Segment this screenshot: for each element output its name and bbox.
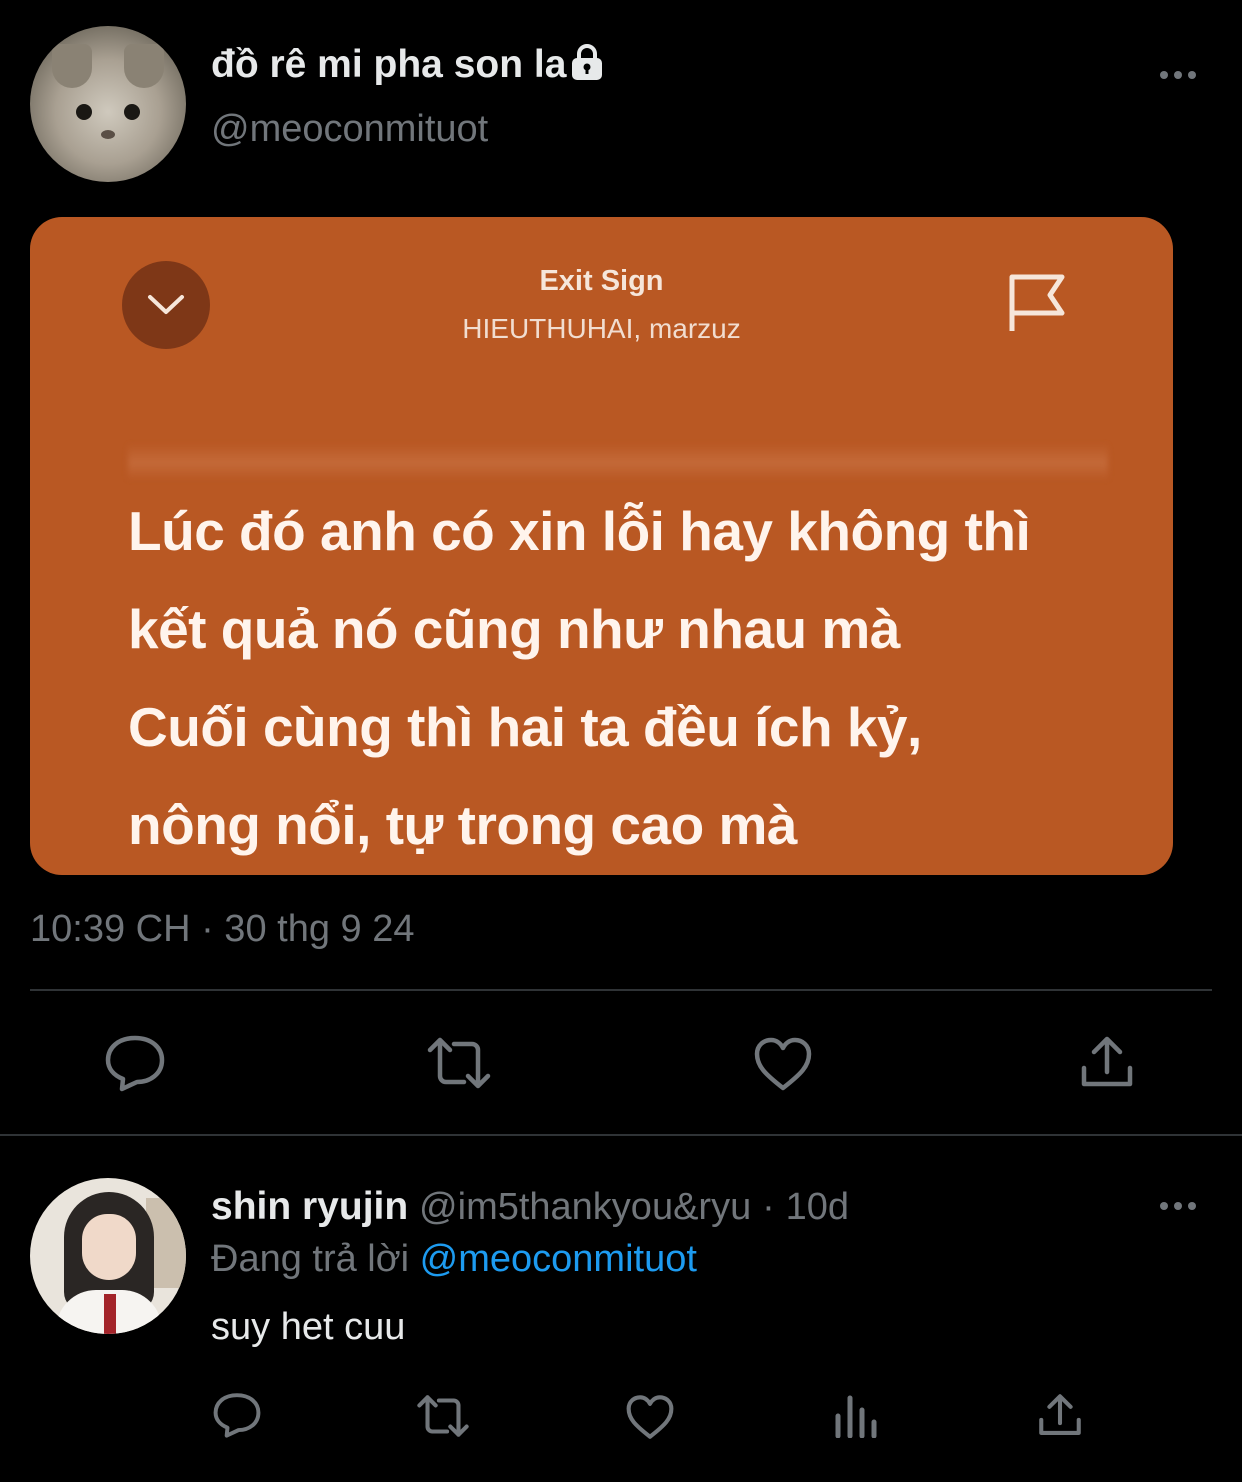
reply-author-name[interactable]: shin ryujin: [211, 1185, 408, 1228]
share-icon[interactable]: [1038, 1392, 1082, 1438]
share-icon[interactable]: [1080, 1034, 1134, 1090]
separator: ·: [762, 1186, 775, 1228]
reply-text: suy het cuu: [211, 1306, 406, 1348]
divider: [0, 1134, 1242, 1136]
replying-to-label: Đang trả lời: [211, 1238, 410, 1280]
lyric-line: Lúc đó anh có xin lỗi hay không thì: [128, 500, 1031, 562]
reply-icon[interactable]: [104, 1034, 166, 1092]
like-icon[interactable]: [625, 1394, 675, 1440]
reply-icon[interactable]: [212, 1392, 262, 1438]
tweet-timestamp[interactable]: 10:39 CH · 30 thg 9 24: [30, 908, 414, 951]
author-name-text: đồ rê mi pha son la: [211, 43, 567, 86]
reply-time[interactable]: 10d: [786, 1186, 849, 1228]
lock-icon: [568, 44, 606, 80]
lyric-line: Cuối cùng thì hai ta đều ích kỷ,: [128, 696, 922, 758]
more-options-icon[interactable]: [1160, 71, 1196, 79]
author-display-name[interactable]: đồ rê mi pha son la: [211, 43, 606, 87]
replying-to-line: Đang trả lời @meoconmituot: [211, 1238, 697, 1281]
flag-icon[interactable]: [1006, 269, 1070, 335]
lyrics-card[interactable]: Exit Sign HIEUTHUHAI, marzuz Lúc đó anh …: [30, 217, 1173, 875]
reply-header: shin ryujin @im5thankyou&ryu · 10d: [211, 1185, 849, 1229]
author-handle[interactable]: @meoconmituot: [211, 108, 488, 151]
faded-previous-lyric: [128, 443, 1108, 479]
retweet-icon[interactable]: [424, 1036, 494, 1090]
lyric-line: kết quả nó cũng như nhau mà: [128, 598, 900, 660]
like-icon[interactable]: [753, 1036, 813, 1092]
divider: [30, 989, 1212, 991]
more-options-icon[interactable]: [1160, 1202, 1196, 1210]
retweet-icon[interactable]: [414, 1394, 472, 1438]
reply-author-avatar[interactable]: [30, 1178, 186, 1334]
song-title: Exit Sign: [539, 265, 664, 297]
reply-author-handle[interactable]: @im5thankyou&ryu: [419, 1186, 751, 1228]
author-avatar[interactable]: [30, 26, 186, 182]
song-artists: HIEUTHUHAI, marzuz: [462, 313, 741, 344]
lyric-line: nông nổi, tự trong cao mà: [128, 794, 797, 856]
replying-to-handle[interactable]: @meoconmituot: [420, 1238, 697, 1280]
views-icon[interactable]: [834, 1392, 878, 1438]
